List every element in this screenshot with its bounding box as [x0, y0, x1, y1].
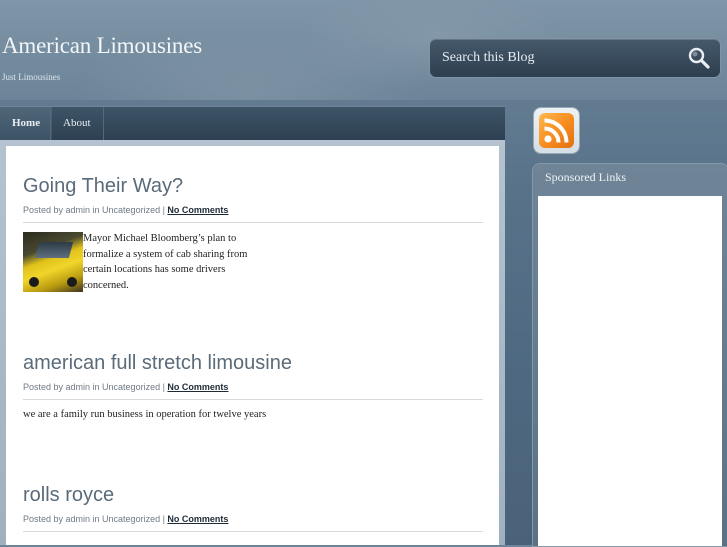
main-nav: Home About — [0, 106, 505, 141]
post-meta-text: Posted by admin in Uncategorized | — [23, 382, 168, 392]
taxi-window — [34, 242, 74, 258]
search-input[interactable] — [440, 47, 674, 69]
sponsored-links-panel — [538, 196, 722, 546]
site-description: Just Limousines — [2, 72, 61, 82]
search-icon[interactable] — [686, 45, 712, 71]
comments-link[interactable]: No Comments — [167, 382, 228, 392]
post-title[interactable]: american full stretch limousine — [23, 352, 483, 375]
sidebar-title: Sponsored Links — [545, 170, 626, 184]
nav-item-about[interactable]: About — [50, 107, 104, 141]
rss-feed-icon[interactable] — [534, 108, 579, 153]
taxi-wheel — [67, 277, 77, 287]
post-list: Going Their Way? Posted by admin in Unca… — [6, 146, 499, 545]
post-excerpt: we are a family run business in operatio… — [23, 409, 267, 420]
rss-inner — [539, 113, 574, 148]
post-title[interactable]: Going Their Way? — [23, 175, 483, 198]
post-meta: Posted by admin in Uncategorized | No Co… — [23, 382, 483, 392]
comments-link[interactable]: No Comments — [167, 205, 228, 215]
sponsored-links-widget: Sponsored Links — [532, 163, 727, 547]
site-title[interactable]: American Limousines — [2, 33, 202, 59]
post-meta-text: Posted by admin in Uncategorized | — [23, 205, 168, 215]
post-divider — [23, 222, 483, 223]
post-excerpt: Mayor Michael Bloomberg’s plan to formal… — [83, 233, 248, 291]
post: american full stretch limousine Posted b… — [23, 352, 483, 423]
post-thumbnail[interactable] — [23, 232, 83, 292]
post-meta-text: Posted by admin in Uncategorized | — [23, 514, 168, 524]
post-meta: Posted by admin in Uncategorized | No Co… — [23, 514, 483, 524]
taxi-wheel — [29, 277, 39, 287]
post-divider — [23, 531, 483, 532]
post-title[interactable]: rolls royce — [23, 484, 483, 507]
comments-link[interactable]: No Comments — [167, 514, 228, 524]
post: Going Their Way? Posted by admin in Unca… — [23, 175, 483, 297]
post: rolls royce Posted by admin in Uncategor… — [23, 484, 483, 532]
search-box — [429, 38, 721, 78]
post-meta: Posted by admin in Uncategorized | No Co… — [23, 205, 483, 215]
post-divider — [23, 399, 483, 400]
nav-item-home[interactable]: Home — [0, 107, 53, 141]
